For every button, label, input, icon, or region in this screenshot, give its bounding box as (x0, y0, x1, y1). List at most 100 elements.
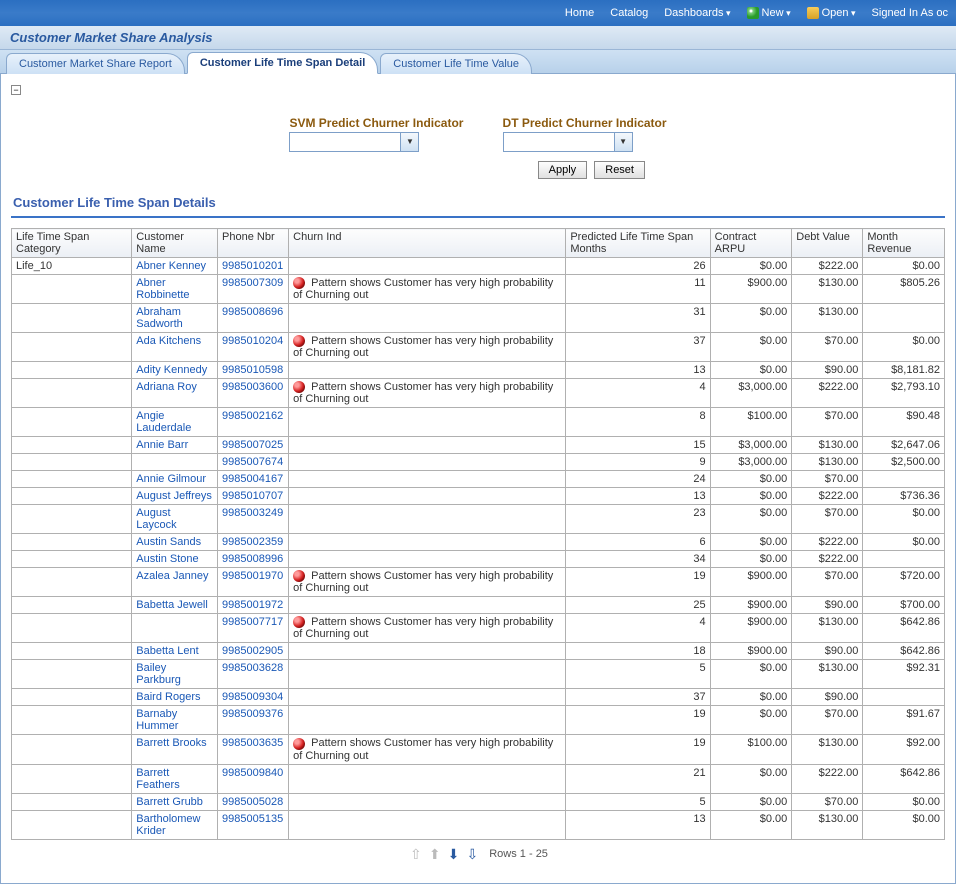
col-header[interactable]: Contract ARPU (710, 229, 792, 258)
cell-customer-name (132, 454, 218, 471)
col-header[interactable]: Month Revenue (863, 229, 945, 258)
cell-customer-name[interactable]: Annie Barr (132, 437, 218, 454)
cell-customer-name[interactable]: Barrett Brooks (132, 735, 218, 764)
apply-button[interactable]: Apply (538, 161, 588, 179)
cell-phone[interactable]: 9985009840 (218, 764, 289, 793)
col-header[interactable]: Churn Ind (289, 229, 566, 258)
cell-phone[interactable]: 9985007717 (218, 614, 289, 643)
tab-detail[interactable]: Customer Life Time Span Detail (187, 52, 378, 74)
cell-customer-name[interactable]: Angie Lauderdale (132, 408, 218, 437)
cell-customer-name[interactable]: Annie Gilmour (132, 471, 218, 488)
table-row: Azalea Janney9985001970Pattern shows Cus… (12, 568, 945, 597)
pager-last-icon[interactable]: ⇩ (466, 846, 478, 863)
tab-value[interactable]: Customer Life Time Value (380, 53, 532, 74)
filter-dt-select[interactable]: ▼ (503, 132, 633, 152)
cell-phone[interactable]: 9985002162 (218, 408, 289, 437)
table-row: August Jeffreys998501070713$0.00$222.00$… (12, 488, 945, 505)
cell-customer-name[interactable]: Abraham Sadworth (132, 304, 218, 333)
cell-customer-name[interactable]: Barrett Feathers (132, 764, 218, 793)
cell-phone[interactable]: 9985002359 (218, 534, 289, 551)
cell-debt: $70.00 (792, 471, 863, 488)
collapse-toggle[interactable]: − (11, 85, 21, 95)
cell-customer-name[interactable]: Azalea Janney (132, 568, 218, 597)
cell-customer-name[interactable]: Bailey Parkburg (132, 660, 218, 689)
col-header[interactable]: Debt Value (792, 229, 863, 258)
cell-phone[interactable]: 9985003249 (218, 505, 289, 534)
cell-phone[interactable]: 9985001972 (218, 597, 289, 614)
pager-next-icon[interactable]: ⬇ (448, 846, 460, 863)
nav-home[interactable]: Home (565, 7, 594, 19)
cell-arpu: $900.00 (710, 643, 792, 660)
col-header[interactable]: Predicted Life Time Span Months (566, 229, 710, 258)
table-row: Annie Barr998500702515$3,000.00$130.00$2… (12, 437, 945, 454)
cell-customer-name[interactable]: Babetta Lent (132, 643, 218, 660)
cell-revenue: $805.26 (863, 275, 945, 304)
cell-customer-name[interactable]: Austin Sands (132, 534, 218, 551)
nav-catalog[interactable]: Catalog (610, 7, 648, 19)
reset-button[interactable]: Reset (594, 161, 645, 179)
cell-customer-name[interactable]: Abner Kenney (132, 258, 218, 275)
cell-phone[interactable]: 9985002905 (218, 643, 289, 660)
cell-phone[interactable]: 9985005028 (218, 793, 289, 810)
cell-customer-name[interactable]: Ada Kitchens (132, 333, 218, 362)
cell-arpu: $0.00 (710, 660, 792, 689)
cell-churn-ind (289, 408, 566, 437)
dropdown-icon[interactable]: ▼ (614, 133, 632, 151)
col-header[interactable]: Customer Name (132, 229, 218, 258)
cell-phone[interactable]: 9985001970 (218, 568, 289, 597)
cell-customer-name[interactable]: Barrett Grubb (132, 793, 218, 810)
cell-phone[interactable]: 9985007025 (218, 437, 289, 454)
cell-customer-name[interactable]: Austin Stone (132, 551, 218, 568)
cell-customer-name[interactable]: August Laycock (132, 505, 218, 534)
cell-revenue: $720.00 (863, 568, 945, 597)
alert-icon (293, 570, 305, 582)
cell-phone[interactable]: 9985008996 (218, 551, 289, 568)
cell-customer-name[interactable]: Adriana Roy (132, 379, 218, 408)
nav-open[interactable]: Open (807, 7, 856, 19)
cell-customer-name[interactable]: Abner Robbinette (132, 275, 218, 304)
cell-debt: $130.00 (792, 275, 863, 304)
cell-phone[interactable]: 9985010707 (218, 488, 289, 505)
tab-report[interactable]: Customer Market Share Report (6, 53, 185, 74)
alert-icon (293, 738, 305, 750)
cell-phone[interactable]: 9985003628 (218, 660, 289, 689)
cell-phone[interactable]: 9985008696 (218, 304, 289, 333)
cell-customer-name[interactable]: Baird Rogers (132, 689, 218, 706)
cell-customer-name[interactable]: Bartholomew Krider (132, 810, 218, 839)
dropdown-icon[interactable]: ▼ (400, 133, 418, 151)
cell-category (12, 488, 132, 505)
cell-customer-name[interactable]: Babetta Jewell (132, 597, 218, 614)
col-header[interactable]: Life Time Span Category (12, 229, 132, 258)
cell-revenue: $642.86 (863, 614, 945, 643)
cell-customer-name[interactable]: Adity Kennedy (132, 362, 218, 379)
cell-phone[interactable]: 9985007674 (218, 454, 289, 471)
cell-months: 5 (566, 660, 710, 689)
cell-months: 19 (566, 735, 710, 764)
cell-phone[interactable]: 9985010598 (218, 362, 289, 379)
cell-revenue: $642.86 (863, 764, 945, 793)
cell-phone[interactable]: 9985004167 (218, 471, 289, 488)
cell-phone[interactable]: 9985003635 (218, 735, 289, 764)
nav-new[interactable]: New (747, 7, 791, 19)
cell-customer-name (132, 614, 218, 643)
cell-months: 19 (566, 568, 710, 597)
cell-churn-ind (289, 362, 566, 379)
filter-svm-select[interactable]: ▼ (289, 132, 419, 152)
cell-phone[interactable]: 9985009304 (218, 689, 289, 706)
cell-arpu: $0.00 (710, 810, 792, 839)
cell-phone[interactable]: 9985005135 (218, 810, 289, 839)
nav-signed-in[interactable]: Signed In As oc (872, 7, 948, 19)
cell-revenue: $0.00 (863, 258, 945, 275)
cell-phone[interactable]: 9985009376 (218, 706, 289, 735)
cell-phone[interactable]: 9985003600 (218, 379, 289, 408)
cell-phone[interactable]: 9985010204 (218, 333, 289, 362)
cell-debt: $70.00 (792, 793, 863, 810)
nav-dashboards[interactable]: Dashboards (664, 7, 730, 19)
cell-churn-ind: Pattern shows Customer has very high pro… (289, 275, 566, 304)
cell-phone[interactable]: 9985010201 (218, 258, 289, 275)
cell-phone[interactable]: 9985007309 (218, 275, 289, 304)
cell-arpu: $900.00 (710, 614, 792, 643)
cell-customer-name[interactable]: August Jeffreys (132, 488, 218, 505)
cell-customer-name[interactable]: Barnaby Hummer (132, 706, 218, 735)
col-header[interactable]: Phone Nbr (218, 229, 289, 258)
